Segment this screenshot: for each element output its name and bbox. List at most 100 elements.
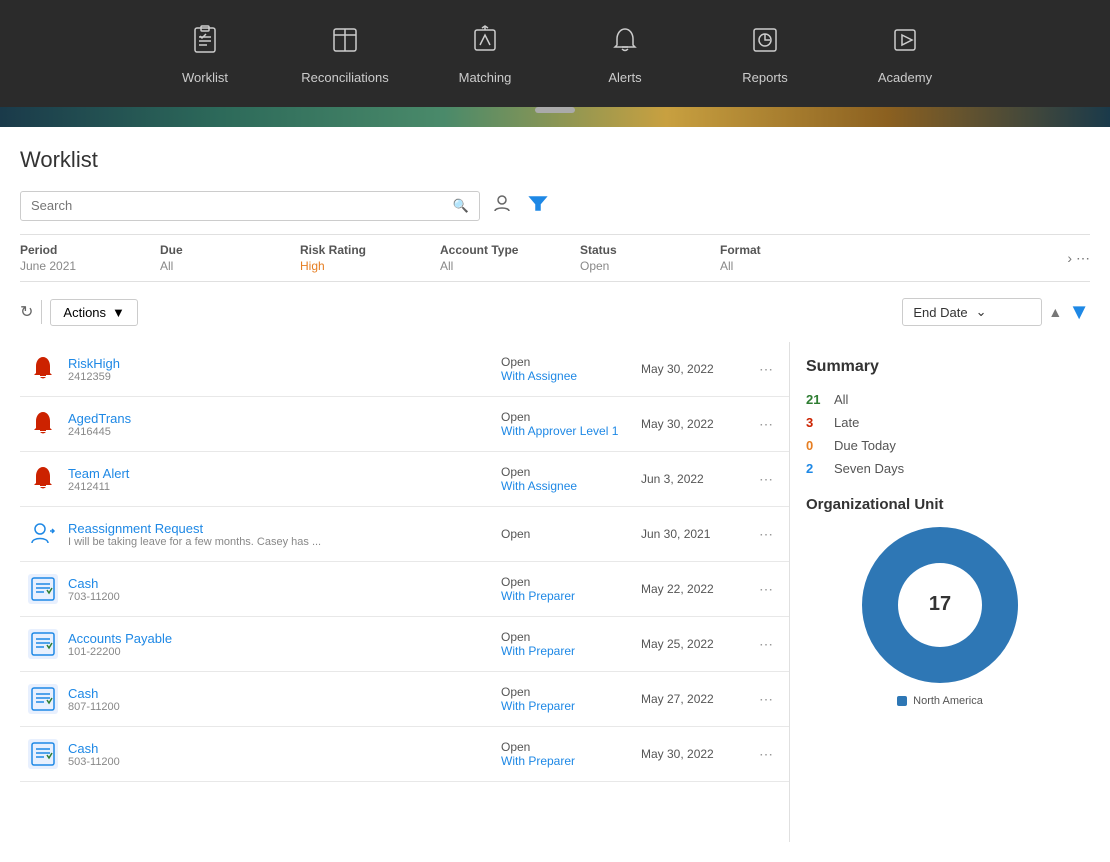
- donut-svg: 17: [860, 525, 1020, 685]
- format-value: All: [720, 259, 840, 273]
- actions-row: ↻ Actions ▼ End Date ⌄ ▲ ▼: [20, 294, 1090, 330]
- filter-due[interactable]: Due All: [160, 243, 300, 273]
- item-date: May 30, 2022: [641, 417, 741, 431]
- recon-icon: [28, 574, 58, 604]
- matching-icon: [470, 25, 500, 62]
- item-name[interactable]: AgedTrans: [68, 411, 491, 426]
- filter-icon[interactable]: [524, 189, 552, 222]
- item-name[interactable]: Team Alert: [68, 466, 491, 481]
- search-box[interactable]: 🔍: [20, 191, 480, 221]
- nav-academy[interactable]: Academy: [835, 25, 975, 85]
- donut-chart: 17 North America: [806, 525, 1074, 707]
- item-id: 703-11200: [68, 591, 491, 603]
- item-content: Accounts Payable 101-22200: [68, 631, 491, 658]
- item-status: Open With Approver Level 1: [501, 410, 631, 438]
- actions-label: Actions: [63, 305, 106, 320]
- nav-alerts[interactable]: Alerts: [555, 25, 695, 85]
- item-date: May 25, 2022: [641, 637, 741, 651]
- search-input[interactable]: [31, 198, 453, 213]
- status-value: Open: [580, 259, 700, 273]
- sort-controls: End Date ⌄ ▲ ▼: [902, 298, 1090, 326]
- right-panel: Summary 21 All 3 Late 0 Due Today 2 Seve…: [790, 342, 1090, 842]
- banner-handle[interactable]: [535, 107, 575, 113]
- sort-dropdown[interactable]: End Date ⌄: [902, 298, 1042, 326]
- recon-icon: [28, 739, 58, 769]
- format-label: Format: [720, 243, 840, 257]
- summary-seven-days-row: 2 Seven Days: [806, 457, 1074, 480]
- item-menu-icon[interactable]: ⋯: [751, 467, 781, 492]
- refresh-button[interactable]: ↻: [20, 302, 33, 322]
- nav-matching[interactable]: Matching: [415, 25, 555, 85]
- item-date: May 22, 2022: [641, 582, 741, 596]
- summary-all-row: 21 All: [806, 388, 1074, 411]
- item-id: 2412359: [68, 371, 491, 383]
- nav-reports[interactable]: Reports: [695, 25, 835, 85]
- list-item: Team Alert 2412411 Open With Assignee Ju…: [20, 452, 789, 507]
- alert-icon: [28, 464, 58, 494]
- item-menu-icon[interactable]: ⋯: [751, 577, 781, 602]
- list-item: RiskHigh 2412359 Open With Assignee May …: [20, 342, 789, 397]
- status-label: Status: [580, 243, 700, 257]
- list-item: Cash 807-11200 Open With Preparer May 27…: [20, 672, 789, 727]
- item-date: May 30, 2022: [641, 362, 741, 376]
- item-name[interactable]: Cash: [68, 686, 491, 701]
- summary-late-row: 3 Late: [806, 411, 1074, 434]
- nav-worklist[interactable]: Worklist: [135, 25, 275, 85]
- divider: [41, 300, 42, 324]
- item-status: Open With Assignee: [501, 355, 631, 383]
- account-label: Account Type: [440, 243, 560, 257]
- item-name[interactable]: Cash: [68, 576, 491, 591]
- item-status: Open With Preparer: [501, 630, 631, 658]
- item-menu-icon[interactable]: ⋯: [751, 522, 781, 547]
- legend-dot: [897, 696, 907, 706]
- filter-account[interactable]: Account Type All: [440, 243, 580, 273]
- item-menu-icon[interactable]: ⋯: [751, 632, 781, 657]
- summary-title: Summary: [806, 358, 1074, 376]
- item-menu-icon[interactable]: ⋯: [751, 687, 781, 712]
- item-status: Open: [501, 527, 631, 541]
- filter-expand[interactable]: › ⋯: [1067, 250, 1090, 267]
- item-date: Jun 30, 2021: [641, 527, 741, 541]
- recon-icon: [28, 684, 58, 714]
- chevron-right-icon: ›: [1067, 250, 1072, 266]
- recon-icon: [28, 629, 58, 659]
- academy-icon: [890, 25, 920, 62]
- filter-row: Period June 2021 Due All Risk Rating Hig…: [20, 234, 1090, 282]
- legend-row: North America: [897, 695, 983, 707]
- sort-label: End Date: [913, 305, 967, 320]
- item-content: AgedTrans 2416445: [68, 411, 491, 438]
- filter-risk[interactable]: Risk Rating High: [300, 243, 440, 273]
- item-menu-icon[interactable]: ⋯: [751, 742, 781, 767]
- nav-reconciliations[interactable]: Reconciliations: [275, 25, 415, 85]
- item-content: Cash 503-11200: [68, 741, 491, 768]
- item-name[interactable]: RiskHigh: [68, 356, 491, 371]
- actions-dropdown-icon: ▼: [112, 305, 125, 320]
- item-menu-icon[interactable]: ⋯: [751, 412, 781, 437]
- item-name[interactable]: Cash: [68, 741, 491, 756]
- summary-late-label: Late: [834, 415, 859, 430]
- search-row: 🔍: [20, 189, 1090, 222]
- top-navigation: Worklist Reconciliations Matching: [0, 0, 1110, 110]
- item-menu-icon[interactable]: ⋯: [751, 357, 781, 382]
- sort-descending-icon[interactable]: ▼: [1068, 299, 1090, 325]
- list-item: AgedTrans 2416445 Open With Approver Lev…: [20, 397, 789, 452]
- filter-status[interactable]: Status Open: [580, 243, 720, 273]
- item-content: Reassignment Request I will be taking le…: [68, 521, 491, 548]
- summary-seven-days-count: 2: [806, 461, 826, 476]
- sort-ascending-icon[interactable]: ▲: [1048, 304, 1062, 320]
- list-item: Cash 503-11200 Open With Preparer May 30…: [20, 727, 789, 782]
- summary-all-label: All: [834, 392, 848, 407]
- item-name[interactable]: Reassignment Request: [68, 521, 491, 536]
- filter-period[interactable]: Period June 2021: [20, 243, 160, 273]
- user-filter-icon[interactable]: [488, 189, 516, 222]
- org-unit-title: Organizational Unit: [806, 496, 1074, 513]
- item-name[interactable]: Accounts Payable: [68, 631, 491, 646]
- risk-value: High: [300, 259, 420, 273]
- banner: [0, 107, 1110, 127]
- actions-button[interactable]: Actions ▼: [50, 299, 138, 326]
- item-sub: I will be taking leave for a few months.…: [68, 536, 328, 548]
- item-id: 503-11200: [68, 756, 491, 768]
- item-content: Team Alert 2412411: [68, 466, 491, 493]
- item-id: 101-22200: [68, 646, 491, 658]
- filter-format[interactable]: Format All: [720, 243, 860, 273]
